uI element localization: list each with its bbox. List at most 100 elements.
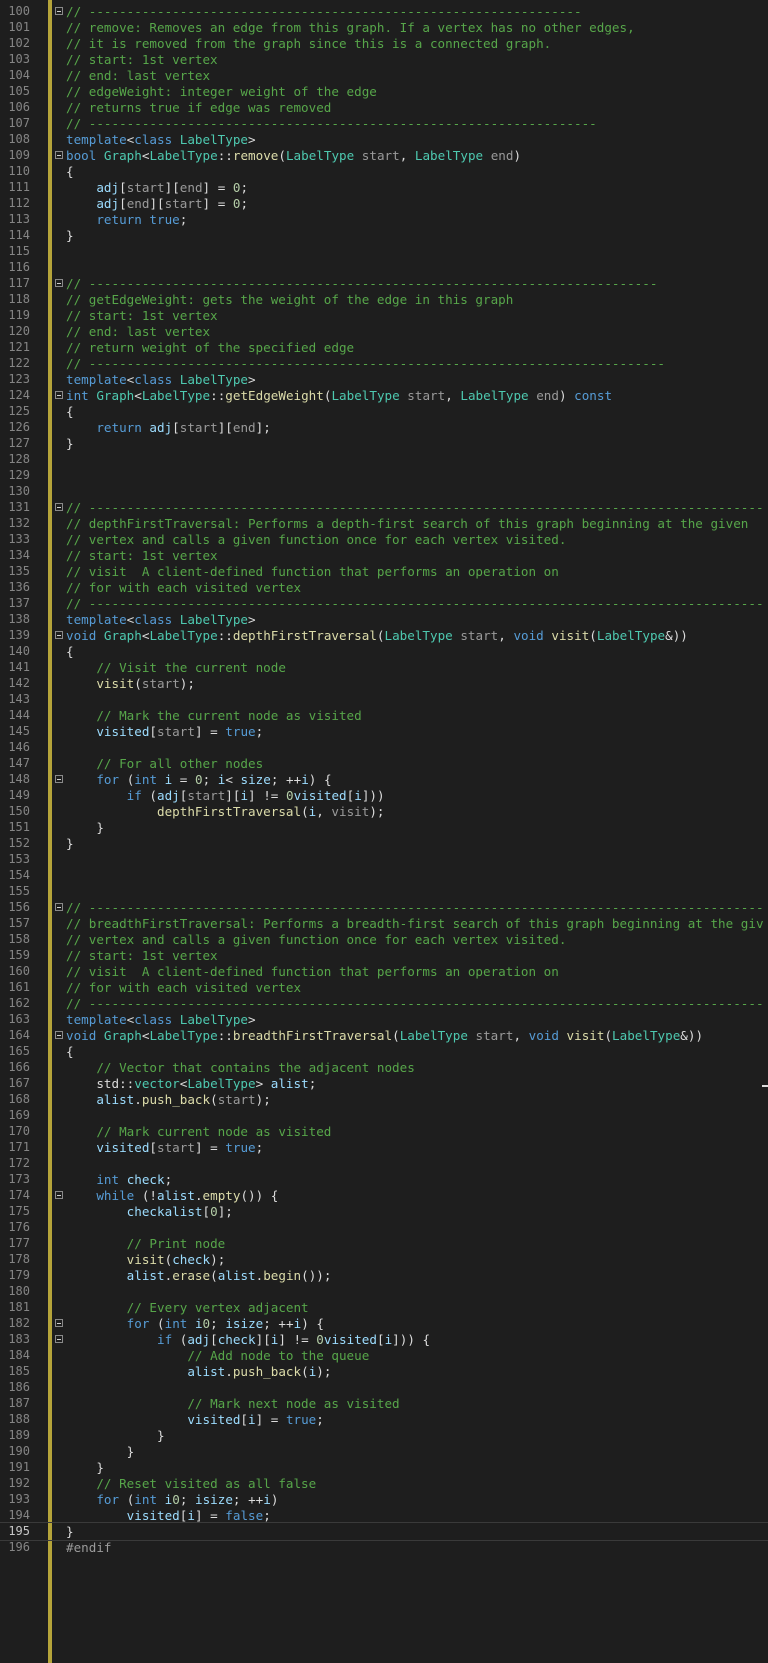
code-line[interactable]: 166 // Vector that contains the adjacent… <box>0 1059 768 1076</box>
code-line[interactable]: 186 <box>0 1379 768 1396</box>
code-line[interactable]: 173 int check; <box>0 1171 768 1188</box>
code-line[interactable]: 156 // ----------------------------------… <box>0 899 768 916</box>
code-line[interactable]: 121 // return weight of the specified edg… <box>0 339 768 356</box>
code-line[interactable]: 154 <box>0 867 768 884</box>
code-line[interactable]: 169 <box>0 1107 768 1124</box>
code-line[interactable]: 172 <box>0 1155 768 1172</box>
code-line[interactable]: 143 <box>0 691 768 708</box>
code-line[interactable]: 137 // ----------------------------------… <box>0 595 768 612</box>
code-line[interactable]: 150 depthFirstTraversal(i, visit); <box>0 803 768 820</box>
code-line[interactable]: 146 <box>0 739 768 756</box>
code-line[interactable]: 111 adj[start][end] = 0; <box>0 179 768 196</box>
code-line[interactable]: 123 template<class LabelType> <box>0 371 768 388</box>
code-line[interactable]: 108 template<class LabelType> <box>0 131 768 148</box>
code-line[interactable]: 189 } <box>0 1427 768 1444</box>
code-line[interactable]: 151 } <box>0 819 768 836</box>
code-line[interactable]: 182 for (int i0; isize; ++i) { <box>0 1315 768 1332</box>
code-line[interactable]: 104 // end: last vertex <box>0 67 768 84</box>
code-line[interactable]: 163 template<class LabelType> <box>0 1011 768 1028</box>
code-line[interactable]: 131 // ----------------------------------… <box>0 499 768 516</box>
code-line[interactable]: 149 if (adj[start][i] != 0visited[i])) <box>0 787 768 804</box>
code-line[interactable]: 127} <box>0 435 768 452</box>
code-line[interactable]: 142 visit(start); <box>0 675 768 692</box>
code-line[interactable]: 116 <box>0 259 768 276</box>
code-line[interactable]: 114} <box>0 227 768 244</box>
code-line[interactable]: 136 // for with each visited vertex <box>0 579 768 596</box>
collapse-icon[interactable] <box>55 1335 63 1343</box>
code-line[interactable]: 165 { <box>0 1043 768 1060</box>
code-line[interactable]: 139 void Graph<LabelType::depthFirstTrave… <box>0 627 768 644</box>
code-line[interactable]: 167 std::vector<LabelType> alist; <box>0 1075 768 1092</box>
code-line[interactable]: 105 // edgeWeight: integer weight of the … <box>0 83 768 100</box>
code-line[interactable]: 102 // it is removed from the graph since… <box>0 35 768 52</box>
code-line[interactable]: 157 // breadthFirstTraversal: Performs a … <box>0 915 768 932</box>
collapse-icon[interactable] <box>55 7 63 15</box>
code-line[interactable]: 147 // For all other nodes <box>0 755 768 772</box>
code-line[interactable]: 129 <box>0 467 768 484</box>
code-line[interactable]: 138 template<class LabelType> <box>0 611 768 628</box>
code-line[interactable]: 103 // start: 1st vertex <box>0 51 768 68</box>
collapse-icon[interactable] <box>55 1319 63 1327</box>
code-line[interactable]: 155 <box>0 883 768 900</box>
code-line[interactable]: 128 <box>0 451 768 468</box>
code-line[interactable]: 160 // visit A client-defined function th… <box>0 963 768 980</box>
code-line[interactable]: 118 // getEdgeWeight: gets the weight of … <box>0 291 768 308</box>
code-line[interactable]: 177 // Print node <box>0 1235 768 1252</box>
collapse-icon[interactable] <box>55 1031 63 1039</box>
collapse-icon[interactable] <box>55 1191 63 1199</box>
collapse-icon[interactable] <box>55 631 63 639</box>
collapse-icon[interactable] <box>55 151 63 159</box>
collapse-icon[interactable] <box>55 903 63 911</box>
code-line[interactable]: 188 visited[i] = true; <box>0 1411 768 1428</box>
code-line[interactable]: 185 alist.push_back(i); <box>0 1363 768 1380</box>
code-line[interactable]: 106 // returns true if edge was removed <box>0 99 768 116</box>
code-line[interactable]: 168 alist.push_back(start); <box>0 1091 768 1108</box>
code-line[interactable]: 159 // start: 1st vertex <box>0 947 768 964</box>
code-line[interactable]: 130 <box>0 483 768 500</box>
code-line[interactable]: 183 if (adj[check][i] != 0visited[i])) { <box>0 1331 768 1348</box>
code-line[interactable]: 194 visited[i] = false; <box>0 1507 768 1524</box>
code-line[interactable]: 107 // ----------------------------------… <box>0 115 768 132</box>
code-line[interactable]: 117 // ----------------------------------… <box>0 275 768 292</box>
code-line[interactable]: 119 // start: 1st vertex <box>0 307 768 324</box>
code-line[interactable]: 181 // Every vertex adjacent <box>0 1299 768 1316</box>
code-line[interactable]: 195} <box>0 1522 768 1541</box>
code-line[interactable]: 124 int Graph<LabelType::getEdgeWeight(La… <box>0 387 768 404</box>
code-line[interactable]: 175 checkalist[0]; <box>0 1203 768 1220</box>
code-line[interactable]: 192 // Reset visited as all false <box>0 1475 768 1492</box>
code-line[interactable]: 100 // ----------------------------------… <box>0 3 768 20</box>
code-line[interactable]: 132 // depthFirstTraversal: Performs a de… <box>0 515 768 532</box>
code-line[interactable]: 140 { <box>0 643 768 660</box>
code-line[interactable]: 196 #endif <box>0 1539 768 1556</box>
code-line[interactable]: 158 // vertex and calls a given function … <box>0 931 768 948</box>
code-line[interactable]: 190 } <box>0 1443 768 1460</box>
code-line[interactable]: 110 { <box>0 163 768 180</box>
collapse-icon[interactable] <box>55 279 63 287</box>
code-line[interactable]: 171 visited[start] = true; <box>0 1139 768 1156</box>
code-line[interactable]: 115 <box>0 243 768 260</box>
code-line[interactable]: 152} <box>0 835 768 852</box>
code-line[interactable]: 145 visited[start] = true; <box>0 723 768 740</box>
collapse-icon[interactable] <box>55 503 63 511</box>
code-line[interactable]: 148 for (int i = 0; i< size; ++i) { <box>0 771 768 788</box>
code-editor[interactable]: 100 // ----------------------------------… <box>0 0 768 1663</box>
code-line[interactable]: 161 // for with each visited vertex <box>0 979 768 996</box>
code-line[interactable]: 164 void Graph<LabelType::breadthFirstTra… <box>0 1027 768 1044</box>
code-line[interactable]: 179 alist.erase(alist.begin()); <box>0 1267 768 1284</box>
code-line[interactable]: 176 <box>0 1219 768 1236</box>
code-line[interactable]: 125 { <box>0 403 768 420</box>
code-line[interactable]: 187 // Mark next node as visited <box>0 1395 768 1412</box>
code-line[interactable]: 134 // start: 1st vertex <box>0 547 768 564</box>
code-line[interactable]: 126 return adj[start][end]; <box>0 419 768 436</box>
code-line[interactable]: 120 // end: last vertex <box>0 323 768 340</box>
code-line[interactable]: 141 // Visit the current node <box>0 659 768 676</box>
code-line[interactable]: 101 // remove: Removes an edge from this … <box>0 19 768 36</box>
code-line[interactable]: 191 } <box>0 1459 768 1476</box>
code-line[interactable]: 170 // Mark current node as visited <box>0 1123 768 1140</box>
code-line[interactable]: 133 // vertex and calls a given function … <box>0 531 768 548</box>
code-line[interactable]: 184 // Add node to the queue <box>0 1347 768 1364</box>
code-line[interactable]: 153 <box>0 851 768 868</box>
code-line[interactable]: 113 return true; <box>0 211 768 228</box>
code-line[interactable]: 178 visit(check); <box>0 1251 768 1268</box>
code-line[interactable]: 135 // visit A client-defined function th… <box>0 563 768 580</box>
